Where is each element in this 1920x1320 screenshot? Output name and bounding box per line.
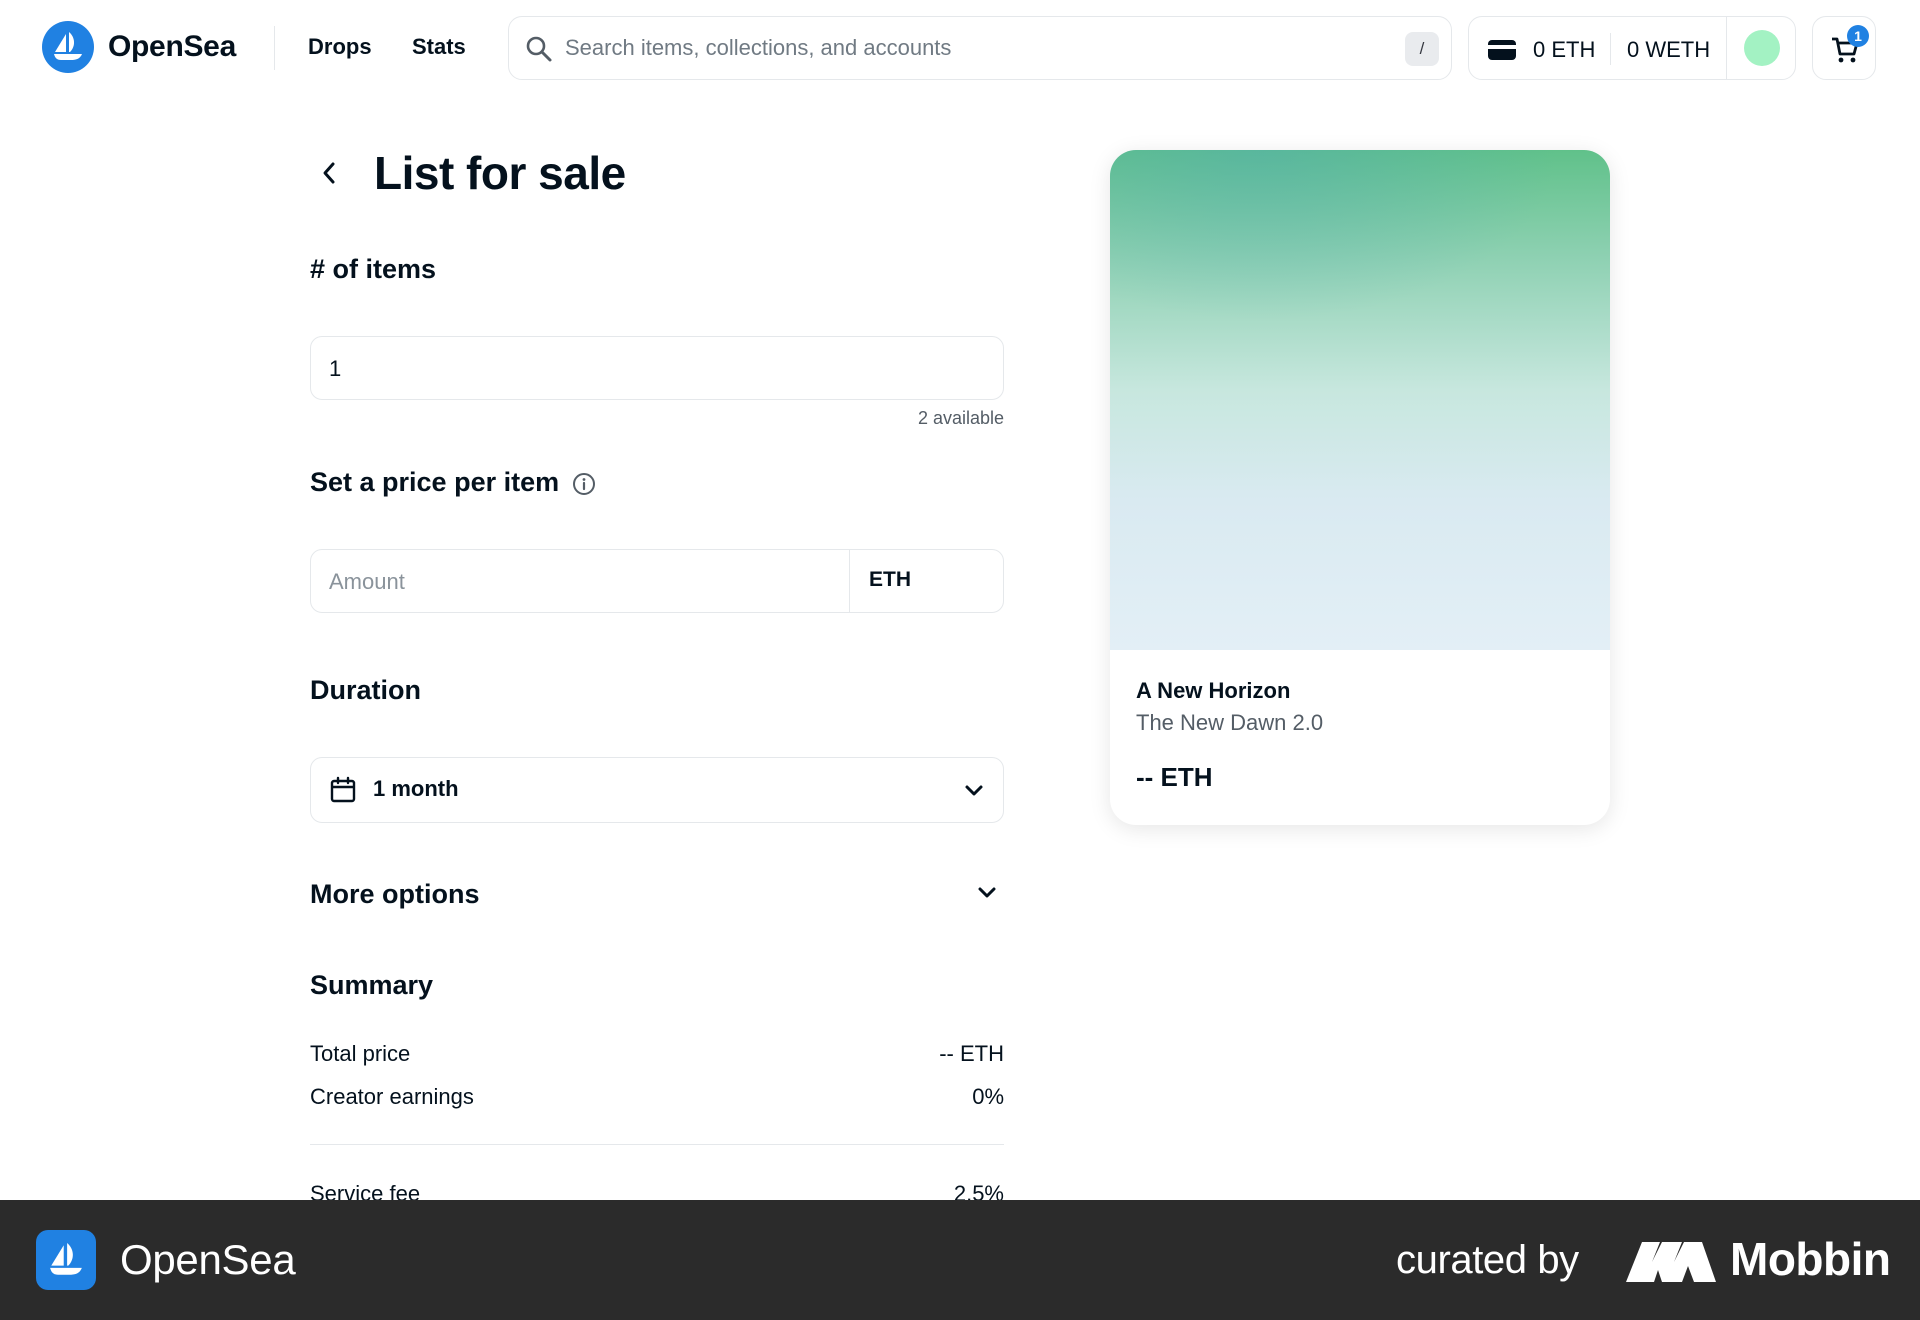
summary-label: Creator earnings — [310, 1084, 474, 1109]
quantity-input[interactable] — [329, 353, 969, 385]
nav-divider — [274, 26, 275, 70]
preview-price: -- ETH — [1136, 762, 1213, 792]
back-chevron-icon[interactable] — [316, 158, 342, 188]
summary-value: 0% — [972, 1084, 1004, 1109]
items-heading: # of items — [310, 254, 437, 284]
weth-balance: 0 WETH — [1627, 37, 1711, 62]
mobbin-footer: OpenSea curated by Mobbin — [0, 1200, 1920, 1320]
nav-drops[interactable]: Drops — [308, 34, 372, 60]
price-field[interactable]: ETH — [310, 549, 1004, 613]
wallet-balance[interactable]: 0 ETH 0 WETH — [1468, 16, 1796, 80]
wallet-divider — [1726, 17, 1727, 79]
wallet-divider — [1610, 33, 1611, 65]
search-icon — [525, 35, 553, 68]
nft-preview-image — [1110, 150, 1610, 650]
avatar[interactable] — [1744, 30, 1780, 66]
summary-divider — [310, 1144, 1004, 1145]
item-name: The New Dawn 2.0 — [1136, 710, 1324, 735]
top-navigation: OpenSea Drops Stats / 0 ETH 0 WETH — [0, 0, 1920, 96]
more-options-toggle[interactable]: More options — [310, 879, 480, 910]
search-input[interactable] — [565, 31, 1365, 65]
summary-value: -- ETH — [939, 1041, 1004, 1066]
nav-stats[interactable]: Stats — [412, 34, 466, 60]
eth-balance: 0 ETH — [1533, 37, 1596, 62]
cart-count-badge: 1 — [1847, 25, 1869, 47]
opensea-logo[interactable]: OpenSea — [42, 21, 236, 73]
search-shortcut-key: / — [1405, 32, 1439, 66]
search-bar[interactable]: / — [508, 16, 1452, 80]
mobbin-logo-icon — [1626, 1240, 1716, 1287]
chevron-down-icon[interactable] — [976, 882, 998, 909]
footer-brand: OpenSea — [120, 1236, 296, 1283]
quantity-field[interactable] — [310, 336, 1004, 400]
collection-name: A New Horizon — [1136, 678, 1291, 703]
wallet-icon — [1487, 38, 1517, 67]
opensea-logo-icon — [42, 21, 94, 73]
price-heading: Set a price per item — [310, 467, 560, 497]
duration-value: 1 month — [373, 776, 459, 801]
price-amount-input[interactable] — [329, 566, 829, 598]
available-count: 2 available — [917, 408, 1004, 428]
calendar-icon — [329, 776, 357, 809]
brand-name: OpenSea — [108, 30, 236, 63]
summary-label: Total price — [310, 1041, 411, 1066]
summary-heading: Summary — [310, 970, 434, 1000]
currency-label[interactable]: ETH — [869, 568, 911, 592]
cart-button[interactable]: 1 — [1812, 16, 1876, 80]
page-title: List for sale — [374, 147, 626, 199]
curator-name: Mobbin — [1730, 1233, 1891, 1285]
price-divider — [849, 550, 850, 612]
duration-heading: Duration — [310, 675, 421, 705]
info-icon[interactable] — [572, 472, 596, 501]
duration-select[interactable]: 1 month — [310, 757, 1004, 823]
curated-by-label: curated by — [1396, 1238, 1579, 1282]
nft-preview-card: A New Horizon The New Dawn 2.0 -- ETH — [1110, 150, 1610, 825]
opensea-logo-icon — [36, 1230, 96, 1290]
chevron-down-icon — [963, 780, 985, 807]
